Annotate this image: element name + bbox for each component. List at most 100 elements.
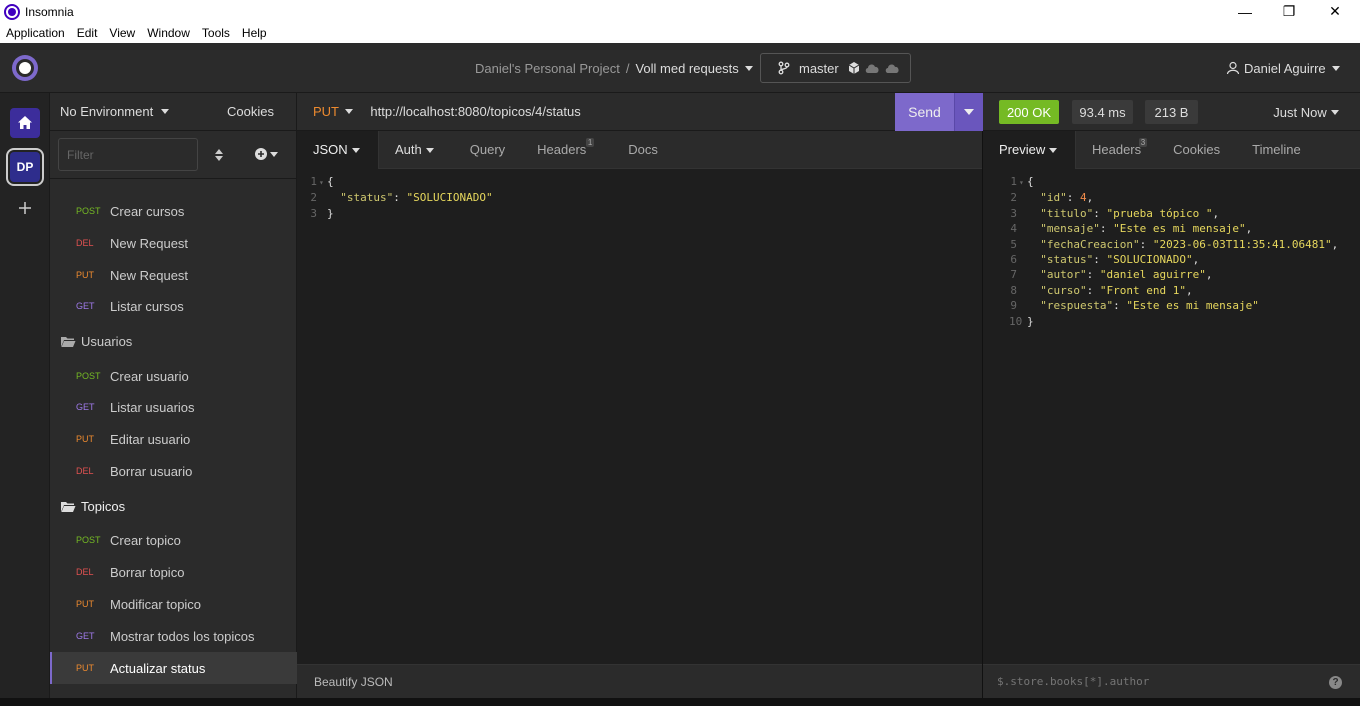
folder-usuarios[interactable]: Usuarios: [50, 325, 297, 357]
json-value: "SOLUCIONADO": [406, 191, 493, 205]
request-tabs: JSON Auth Query Headers 1 Docs: [297, 130, 982, 169]
user-name: Daniel Aguirre: [1244, 60, 1326, 76]
list-item-active[interactable]: PUT Actualizar status: [50, 652, 297, 684]
app-header: Daniel's Personal Project / Voll med req…: [0, 43, 1360, 93]
json-key: "fechaCreacion": [1040, 237, 1140, 251]
workspace-initials: DP: [10, 152, 40, 182]
add-workspace-button[interactable]: [10, 193, 40, 223]
beautify-json-button[interactable]: Beautify JSON: [314, 675, 393, 689]
minimize-button[interactable]: —: [1222, 0, 1268, 23]
help-icon[interactable]: ?: [1329, 676, 1342, 689]
menu-help[interactable]: Help: [236, 26, 273, 40]
code-token: ,: [1086, 191, 1094, 205]
breadcrumb-separator: /: [625, 60, 630, 76]
tab-headers[interactable]: Headers 1: [521, 131, 602, 169]
list-item[interactable]: PUT New Request: [50, 259, 297, 291]
method-selector[interactable]: PUT: [313, 104, 356, 119]
line-number: 3: [1010, 206, 1017, 220]
json-value: "prueba tópico ": [1106, 206, 1213, 220]
code-token: {: [327, 175, 334, 188]
list-item[interactable]: PUT Editar usuario: [50, 423, 297, 455]
send-options-button[interactable]: [954, 93, 983, 131]
send-button[interactable]: Send: [895, 93, 954, 131]
filter-input[interactable]: [58, 138, 198, 171]
folder-topicos[interactable]: Topicos: [50, 490, 297, 522]
breadcrumb-project[interactable]: Daniel's Personal Project: [475, 61, 620, 76]
tab-cookies[interactable]: Cookies: [1157, 131, 1236, 169]
list-item[interactable]: DEL Borrar usuario: [50, 455, 297, 487]
cloud-upload-icon[interactable]: [884, 61, 902, 75]
sort-icon[interactable]: [213, 147, 225, 163]
status-badge: 200 OK: [999, 100, 1059, 124]
json-value: "daniel aguirre": [1099, 268, 1206, 282]
request-body-editor[interactable]: 1 ▾{ 2 "status": "SOLUCIONADO" 3}: [297, 174, 493, 221]
url-input[interactable]: http://localhost:8080/topicos/4/status: [370, 104, 580, 119]
menu-application[interactable]: Application: [0, 26, 71, 40]
tab-timeline[interactable]: Timeline: [1236, 131, 1317, 169]
cookies-button[interactable]: Cookies: [227, 104, 274, 119]
list-item[interactable]: POST Crear cursos: [50, 195, 297, 227]
menu-tools[interactable]: Tools: [196, 26, 236, 40]
headers-count-badge: 1: [585, 137, 595, 147]
list-item[interactable]: GET Mostrar todos los topicos: [50, 620, 297, 652]
code-token: {: [1027, 175, 1034, 188]
maximize-button[interactable]: ❐: [1266, 0, 1312, 23]
method-badge: PUT: [76, 663, 94, 673]
tab-response-headers[interactable]: Headers 3: [1076, 131, 1157, 169]
request-name: Modificar topico: [110, 596, 202, 612]
json-key: "respuesta": [1040, 299, 1114, 313]
chevron-down-icon: [160, 109, 169, 114]
workspace-rail: DP: [0, 93, 50, 706]
tab-auth[interactable]: Auth: [379, 131, 454, 169]
menu-window[interactable]: Window: [141, 26, 196, 40]
environment-label: No Environment: [60, 104, 154, 119]
line-number: 9: [1010, 299, 1017, 313]
list-item[interactable]: GET Listar cursos: [50, 290, 297, 322]
history-label: Just Now: [1273, 104, 1327, 120]
menu-view[interactable]: View: [103, 26, 141, 40]
chevron-down-icon: [1330, 110, 1339, 115]
request-footer: Beautify JSON: [297, 664, 982, 698]
app-logo-icon[interactable]: [12, 55, 38, 81]
code-token: }: [1027, 314, 1034, 328]
list-item[interactable]: DEL Borrar topico: [50, 556, 297, 588]
user-icon: [1226, 61, 1240, 75]
response-size-badge: 213 B: [1145, 100, 1198, 124]
folder-name: Usuarios: [81, 333, 133, 349]
code-token: ,: [1212, 206, 1220, 220]
line-number: 10: [1009, 314, 1023, 328]
response-filter-input[interactable]: [997, 675, 1297, 688]
tab-docs[interactable]: Docs: [612, 131, 674, 169]
chevron-down-icon: [425, 147, 434, 153]
menu-edit[interactable]: Edit: [71, 26, 104, 40]
environment-selector[interactable]: No Environment: [60, 104, 173, 119]
close-button[interactable]: ✕: [1312, 0, 1358, 23]
line-number: 3: [310, 206, 317, 220]
tab-query[interactable]: Query: [454, 131, 521, 169]
list-item[interactable]: POST Crear topico: [50, 524, 297, 556]
home-button[interactable]: [10, 108, 40, 138]
branch-selector[interactable]: master: [760, 53, 911, 83]
tab-body[interactable]: JSON: [297, 130, 379, 169]
response-time-badge: 93.4 ms: [1072, 100, 1133, 124]
workspace-dp-button[interactable]: DP: [6, 148, 44, 186]
method-badge: PUT: [76, 434, 94, 444]
tab-preview[interactable]: Preview: [983, 130, 1076, 169]
list-item[interactable]: PUT Modificar topico: [50, 588, 297, 620]
user-menu[interactable]: Daniel Aguirre: [1226, 43, 1346, 93]
list-item[interactable]: DEL New Request: [50, 227, 297, 259]
list-item[interactable]: GET Listar usuarios: [50, 391, 297, 423]
cloud-download-icon[interactable]: [864, 61, 882, 75]
response-history-selector[interactable]: Just Now: [1273, 100, 1343, 124]
list-item[interactable]: POST Crear usuario: [50, 360, 297, 392]
chevron-down-icon: [1331, 66, 1340, 71]
request-pane: PUT http://localhost:8080/topicos/4/stat…: [297, 93, 983, 706]
chevron-down-icon[interactable]: [739, 63, 759, 73]
tab-label: Headers: [537, 142, 587, 157]
json-value: "Front end 1": [1099, 283, 1186, 297]
json-value: 4: [1080, 191, 1087, 205]
method-badge: POST: [76, 535, 101, 545]
add-item-icon[interactable]: [253, 146, 281, 162]
json-key: "status": [340, 191, 394, 205]
breadcrumb-collection[interactable]: Voll med requests: [635, 61, 738, 76]
